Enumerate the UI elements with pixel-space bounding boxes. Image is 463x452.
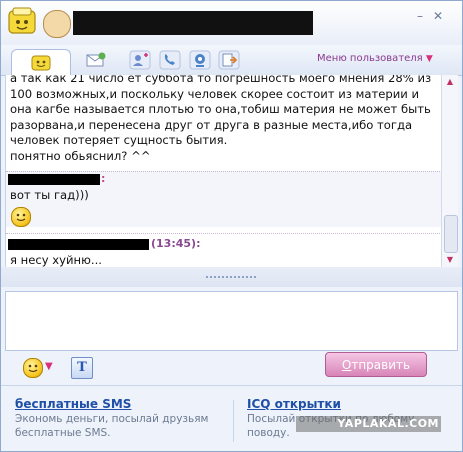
sender-colon: : [101, 172, 106, 185]
message-separator [6, 171, 442, 173]
pane-splitter[interactable] [1, 267, 462, 287]
promo-divider [233, 400, 234, 442]
scroll-down-icon[interactable]: ▼ [442, 253, 458, 267]
chat-scrollbar[interactable]: ▲ ▼ [441, 75, 458, 267]
message-3: я несу хуйню... [8, 253, 440, 267]
add-contact-icon[interactable] [129, 50, 151, 70]
message-2: вот ты гад))) [8, 188, 440, 204]
chat-history: а так как 21 число ет суббота то погрешн… [5, 75, 442, 267]
contact-avatar[interactable] [43, 10, 71, 38]
emoticon-dropdown-icon[interactable]: ▼ [45, 361, 53, 372]
send-file-icon[interactable] [218, 50, 240, 70]
title-bar: – ✕ [1, 1, 462, 45]
chevron-down-icon: ▼ [425, 54, 433, 64]
mail-icon[interactable] [85, 50, 107, 70]
free-sms-link[interactable]: бесплатные SMS [15, 397, 131, 411]
icq-cards-link[interactable]: ICQ открытки [247, 397, 341, 411]
free-sms-description: Экономь деньги, посылай друзьям бесплатн… [15, 413, 209, 439]
close-button[interactable]: ✕ [431, 9, 445, 23]
splitter-grip[interactable] [206, 276, 256, 281]
webcam-icon[interactable] [189, 50, 211, 70]
watermark: YAPLAKAL.COM [296, 416, 441, 432]
chat-window: – ✕ Меню пользователя ▼ а так как 21 чис… [0, 0, 463, 452]
message-text: вот ты гад))) [10, 188, 89, 202]
text-format-button[interactable]: T [71, 357, 93, 379]
user-menu-label: Меню пользователя [317, 53, 423, 64]
message-input[interactable] [5, 291, 458, 351]
message-text: я несу хуйню... [10, 253, 102, 267]
user-menu[interactable]: Меню пользователя ▼ [317, 53, 433, 64]
send-button[interactable]: Отправить [325, 352, 427, 377]
smiley-emoticon-icon [11, 207, 31, 227]
icq-chat-icon [8, 7, 36, 34]
send-button-label: тправить [351, 358, 411, 372]
message-text: а так как 21 число ет суббота то погрешн… [10, 75, 432, 163]
scroll-thumb[interactable] [444, 215, 458, 253]
emoticon-picker-icon[interactable] [23, 358, 43, 378]
scroll-up-icon[interactable]: ▲ [442, 75, 458, 89]
message-separator [6, 233, 442, 235]
tab-chat[interactable] [11, 49, 71, 77]
toolbar: Меню пользователя ▼ [1, 45, 462, 77]
contact-name-redacted [73, 11, 313, 35]
sender-name-redacted [8, 174, 100, 185]
minimize-button[interactable]: – [413, 9, 427, 23]
chat-tab-icon [31, 55, 51, 71]
phone-icon[interactable] [159, 50, 181, 70]
message-1: а так как 21 число ет суббота то погрешн… [8, 75, 440, 164]
sender-name-redacted [8, 239, 149, 250]
send-button-accesskey: О [341, 358, 352, 372]
message-timestamp: (13:45): [151, 237, 201, 250]
